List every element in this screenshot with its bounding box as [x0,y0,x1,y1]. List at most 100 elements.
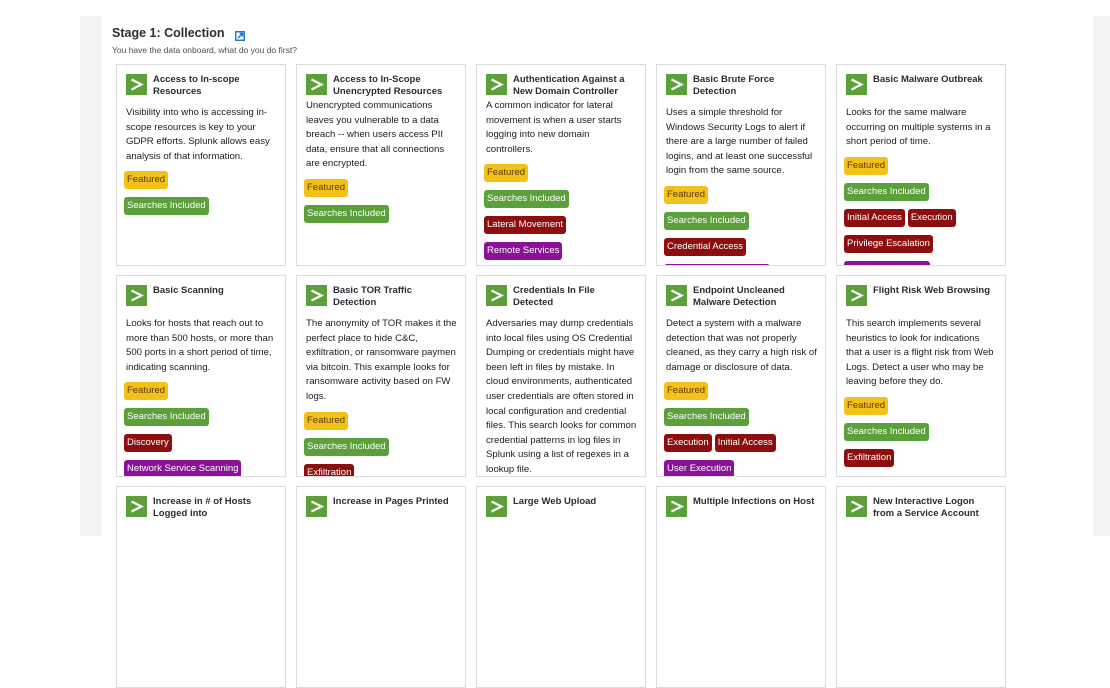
use-case-card[interactable]: Large Web Upload [476,486,646,688]
card-header: New Interactive Logon from a Service Acc… [846,496,1005,520]
card-header: Increase in # of Hosts Logged into [126,496,285,520]
tag-searches[interactable]: Searches Included [484,190,569,209]
card-header: Authentication Against a New Domain Cont… [486,74,645,98]
card-header: Credentials In File Detected [486,285,645,309]
use-case-card[interactable]: Access to In-Scope Unencrypted Resources… [296,64,466,266]
tag-featured[interactable]: Featured [484,164,529,183]
card-title[interactable]: Basic TOR Traffic Detection [333,285,465,308]
tag-row: Credential Access [664,236,817,262]
card-title[interactable]: Basic Scanning [153,285,285,297]
tag-tactic[interactable]: Exfiltration [304,463,355,476]
tag-searches[interactable]: Searches Included [124,408,209,427]
tag-technique[interactable] [844,260,930,265]
card-description: This search implements several heuristic… [846,318,994,388]
tag-featured[interactable]: Featured [124,171,169,190]
tag-row [844,259,997,265]
card-header: Increase in Pages Printed [306,496,465,520]
tag-featured[interactable]: Featured [304,178,349,197]
tag-featured[interactable]: Featured [844,396,889,415]
tag-tactic[interactable]: Privilege Escalation [844,234,933,253]
tag-row: Searches Included [844,181,997,207]
use-case-card[interactable]: Endpoint Uncleaned Malware Detection Dete… [656,275,826,477]
chevron-right-icon [846,496,867,517]
tag-technique[interactable]: Network Service Scanning [124,460,242,476]
use-case-card[interactable]: Multiple Infections on Host [656,486,826,688]
card-title[interactable]: Access to In-Scope Unencrypted Resources [333,74,465,97]
chevron-right-icon [666,285,687,306]
tag-searches[interactable]: Searches Included [844,422,929,441]
tag-row: Featured [124,169,277,195]
chevron-right-icon [486,74,507,95]
external-link-icon[interactable] [235,28,245,41]
chevron-right-icon [126,285,147,306]
tag-technique[interactable]: User Execution [664,460,735,476]
tag-tactic[interactable]: Execution [664,434,712,453]
card-header: Basic Scanning [126,285,285,309]
card-description: Uses a simple threshold for Windows Secu… [666,107,813,177]
tag-tactic[interactable]: Lateral Movement [484,216,567,235]
card-description: Looks for hosts that reach out to more t… [126,318,274,373]
card-title[interactable]: Endpoint Uncleaned Malware Detection [693,285,825,308]
card-tags: Featured Searches Included [304,177,457,229]
use-case-card[interactable]: Basic Brute Force Detection Uses a simple… [656,64,826,266]
tag-technique[interactable] [664,263,770,265]
chevron-right-icon [666,496,687,517]
tag-featured[interactable]: Featured [124,382,169,401]
card-tags: Featured Searches Included Exfiltration [844,395,997,473]
tag-featured[interactable]: Featured [664,382,709,401]
card-title[interactable]: Increase in # of Hosts Logged into [153,496,285,519]
tag-searches[interactable]: Searches Included [664,408,749,427]
tag-searches[interactable]: Searches Included [124,197,209,216]
card-title[interactable]: Basic Brute Force Detection [693,74,825,97]
card-title[interactable]: Credentials In File Detected [513,285,645,308]
use-case-card[interactable]: Access to In-scope Resources Visibility i… [116,64,286,266]
right-gutter [1093,16,1110,536]
use-case-card[interactable]: Authentication Against a New Domain Cont… [476,64,646,266]
use-case-card[interactable]: Basic Malware Outbreak Looks for the same… [836,64,1006,266]
tag-row: Searches Included [664,210,817,236]
card-title[interactable]: Flight Risk Web Browsing [873,285,1005,297]
chevron-right-icon [846,285,867,306]
tag-tactic[interactable]: Exfiltration [844,448,895,467]
use-case-card[interactable]: New Interactive Logon from a Service Acc… [836,486,1006,688]
use-case-card[interactable]: Increase in # of Hosts Logged into [116,486,286,688]
card-title[interactable]: Authentication Against a New Domain Cont… [513,74,645,97]
card-description: Detect a system with a malware detection… [666,318,817,373]
tag-row: Featured [844,155,997,181]
card-title[interactable]: Access to In-scope Resources [153,74,285,97]
card-description: Unencrypted communications leaves you vu… [306,100,445,170]
tag-searches[interactable]: Searches Included [664,211,749,230]
tag-tactic[interactable]: Discovery [124,434,172,453]
use-case-card[interactable]: Flight Risk Web Browsing This search impl… [836,275,1006,477]
card-title[interactable]: New Interactive Logon from a Service Acc… [873,496,1005,519]
use-case-card[interactable]: Credentials In File Detected Adversaries … [476,275,646,477]
tag-row: Searches Included [124,406,277,432]
tag-tactic[interactable]: Initial Access [844,208,905,227]
chevron-right-icon [126,496,147,517]
tag-featured[interactable]: Featured [304,411,349,430]
card-header: Multiple Infections on Host [666,496,825,520]
use-case-card[interactable]: Increase in Pages Printed [296,486,466,688]
stage-subtitle: You have the data onboard, what do you d… [112,45,297,55]
tag-searches[interactable]: Searches Included [844,182,929,201]
tag-row: Featured [844,395,997,421]
card-description: A common indicator for lateral movement … [486,100,622,155]
tag-searches[interactable]: Searches Included [304,204,389,223]
tag-searches[interactable]: Searches Included [304,437,389,456]
tag-tactic[interactable]: Execution [907,208,956,227]
use-case-card[interactable]: Basic TOR Traffic Detection The anonymity… [296,275,466,477]
tag-featured[interactable]: Featured [664,185,709,204]
card-title[interactable]: Basic Malware Outbreak [873,74,1005,86]
tag-row: Exfiltration [844,447,997,473]
card-title[interactable]: Multiple Infections on Host [693,496,825,508]
tag-technique[interactable]: Remote Services [484,242,563,261]
card-title[interactable]: Increase in Pages Printed [333,496,465,508]
tag-featured[interactable]: Featured [844,156,889,175]
tag-tactic[interactable]: Initial Access [714,434,776,453]
card-header: Large Web Upload [486,496,645,520]
tag-row: Lateral Movement [484,214,637,240]
card-title[interactable]: Large Web Upload [513,496,645,508]
tag-row [664,262,817,265]
tag-tactic[interactable]: Credential Access [664,237,747,256]
use-case-card[interactable]: Basic Scanning Looks for hosts that reach… [116,275,286,477]
